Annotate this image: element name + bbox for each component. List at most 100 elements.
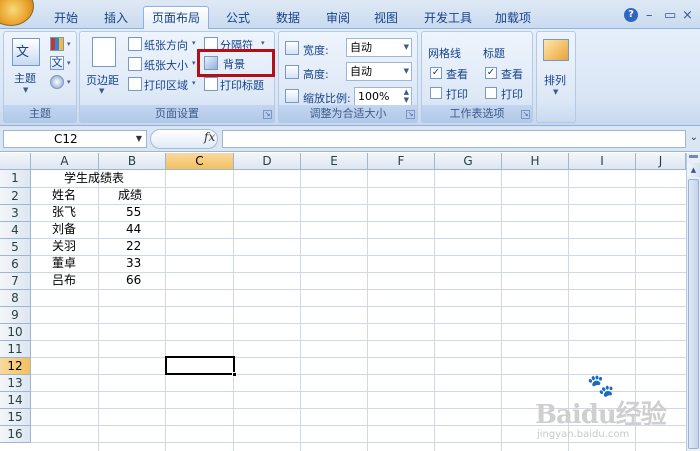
scroll-up-icon[interactable]: ▲ <box>687 163 700 177</box>
column-header-c[interactable]: C <box>166 153 234 170</box>
column-header-d[interactable]: D <box>234 153 301 170</box>
column-header-e[interactable]: E <box>301 153 368 170</box>
score-cell[interactable]: 55 <box>126 204 141 221</box>
watermark-brand: Baidu经验 <box>535 400 667 430</box>
score-cell[interactable]: 33 <box>126 255 141 272</box>
fonts-icon[interactable]: 文 <box>50 56 64 70</box>
print-area-icon <box>128 77 142 91</box>
row-header-9[interactable]: 9 <box>0 307 31 324</box>
row-header-7[interactable]: 7 <box>0 273 31 290</box>
formula-input[interactable] <box>222 130 686 148</box>
ribbon-tab-bar: 开始 插入 页面布局 公式 数据 审阅 视图 开发工具 加载项 ? – ▭ × <box>0 0 700 30</box>
watermark-logo: 🐾 Baidu经验 jingyan.baidu.com <box>535 374 695 446</box>
name-cell[interactable]: 关羽 <box>52 238 76 255</box>
tab-formulas[interactable]: 公式 <box>218 9 258 29</box>
split-handle[interactable] <box>689 155 698 158</box>
tab-page-layout[interactable]: 页面布局 <box>143 6 209 30</box>
name-cell[interactable]: 刘备 <box>52 221 76 238</box>
size-dropdown-icon[interactable]: ▾ <box>192 59 196 67</box>
headings-print-checkbox[interactable] <box>485 87 497 99</box>
column-header-j[interactable]: J <box>636 153 686 170</box>
column-header-b[interactable]: B <box>99 153 166 170</box>
tab-view[interactable]: 视图 <box>366 9 406 29</box>
column-header-g[interactable]: G <box>435 153 502 170</box>
expand-formula-icon[interactable]: ⌄ <box>690 132 698 143</box>
selected-cell-c12[interactable] <box>165 356 237 377</box>
insert-function-icon[interactable]: fx <box>204 130 215 144</box>
column-header-a[interactable]: A <box>31 153 99 170</box>
arrange-dropdown-icon[interactable]: ▼ <box>553 88 558 96</box>
restore-icon[interactable]: ▭ <box>664 8 676 23</box>
row-header-1[interactable]: 1 <box>0 170 31 188</box>
fonts-dropdown-icon[interactable]: ▾ <box>67 59 71 67</box>
column-header-i[interactable]: I <box>569 153 636 170</box>
colors-dropdown-icon[interactable]: ▾ <box>67 40 71 48</box>
row-header-10[interactable]: 10 <box>0 324 31 341</box>
name-cell[interactable]: 董卓 <box>52 255 76 272</box>
height-select[interactable]: 自动 ▼ <box>346 62 412 81</box>
gridlines-view-label: 查看 <box>446 68 468 81</box>
row-header-12[interactable]: 12 <box>0 358 31 375</box>
tab-developer[interactable]: 开发工具 <box>418 9 478 29</box>
header-score-cell[interactable]: 成绩 <box>118 187 142 204</box>
width-dropdown-icon: ▼ <box>403 43 409 51</box>
row-header-15[interactable]: 15 <box>0 409 31 426</box>
orientation-button[interactable]: 纸张方向 <box>144 37 188 53</box>
tab-data[interactable]: 数据 <box>268 9 308 29</box>
ribbon: 文 主题 ▼ 文 ▾ ▾ ▾ 主题 页边距 ▼ 纸张方向 ▾ 纸张大小 ▾ 打印… <box>0 29 700 126</box>
headings-view-checkbox[interactable]: ✓ <box>485 67 497 79</box>
print-area-button[interactable]: 打印区域 <box>144 77 188 93</box>
theme-button[interactable]: 主题 <box>14 70 36 86</box>
minimize-icon[interactable]: – <box>646 8 653 23</box>
name-cell[interactable]: 吕布 <box>52 272 76 289</box>
scale-spinner[interactable]: 100% ▲ ▼ <box>354 87 412 106</box>
row-header-4[interactable]: 4 <box>0 222 31 239</box>
breaks-dropdown-icon[interactable]: ▾ <box>261 39 265 47</box>
size-button[interactable]: 纸张大小 <box>144 57 188 73</box>
close-icon[interactable]: × <box>682 8 693 23</box>
colors-icon[interactable] <box>50 37 64 51</box>
print-area-dropdown-icon[interactable]: ▾ <box>192 79 196 87</box>
orientation-dropdown-icon[interactable]: ▾ <box>192 39 196 47</box>
tab-insert[interactable]: 插入 <box>96 9 136 29</box>
margins-dropdown-icon[interactable]: ▼ <box>99 87 104 95</box>
scale-to-fit-launcher-icon[interactable]: ↘ <box>406 110 415 119</box>
row-header-6[interactable]: 6 <box>0 256 31 273</box>
help-icon[interactable]: ? <box>624 8 638 22</box>
row-header-14[interactable]: 14 <box>0 392 31 409</box>
row-header-13[interactable]: 13 <box>0 375 31 392</box>
print-titles-button[interactable]: 打印标题 <box>220 77 264 93</box>
row-header-11[interactable]: 11 <box>0 341 31 358</box>
tab-add-ins[interactable]: 加载项 <box>488 9 538 29</box>
tab-review[interactable]: 审阅 <box>318 9 358 29</box>
gridlines-print-checkbox[interactable] <box>430 87 442 99</box>
column-header-f[interactable]: F <box>368 153 435 170</box>
score-cell[interactable]: 44 <box>126 221 141 238</box>
gridlines-view-checkbox[interactable]: ✓ <box>430 67 442 79</box>
row-header-5[interactable]: 5 <box>0 239 31 256</box>
sheet-options-launcher-icon[interactable]: ↘ <box>521 110 530 119</box>
effects-dropdown-icon[interactable]: ▾ <box>67 78 71 86</box>
sheet-title-cell[interactable]: 学生成绩表 <box>64 170 124 187</box>
column-header-h[interactable]: H <box>502 153 569 170</box>
score-cell[interactable]: 66 <box>126 272 141 289</box>
arrange-button[interactable]: 排列 <box>544 72 566 88</box>
row-header-3[interactable]: 3 <box>0 205 31 222</box>
page-setup-launcher-icon[interactable]: ↘ <box>263 110 272 119</box>
header-name-cell[interactable]: 姓名 <box>52 187 76 204</box>
select-all-corner[interactable] <box>0 153 31 170</box>
tab-home[interactable]: 开始 <box>46 9 86 29</box>
name-cell[interactable]: 张飞 <box>52 204 76 221</box>
row-header-2[interactable]: 2 <box>0 188 31 205</box>
effects-icon[interactable] <box>50 75 64 89</box>
headings-print-label: 打印 <box>501 88 523 101</box>
name-box[interactable]: C12 ▼ <box>3 130 147 148</box>
score-cell[interactable]: 22 <box>126 238 141 255</box>
margins-button[interactable]: 页边距 <box>86 72 119 88</box>
row-header-16[interactable]: 16 <box>0 426 31 443</box>
office-button[interactable] <box>0 0 34 26</box>
row-header-8[interactable]: 8 <box>0 290 31 307</box>
theme-dropdown-icon[interactable]: ▼ <box>23 86 28 94</box>
fill-handle[interactable] <box>232 372 237 377</box>
width-select[interactable]: 自动 ▼ <box>346 38 412 57</box>
